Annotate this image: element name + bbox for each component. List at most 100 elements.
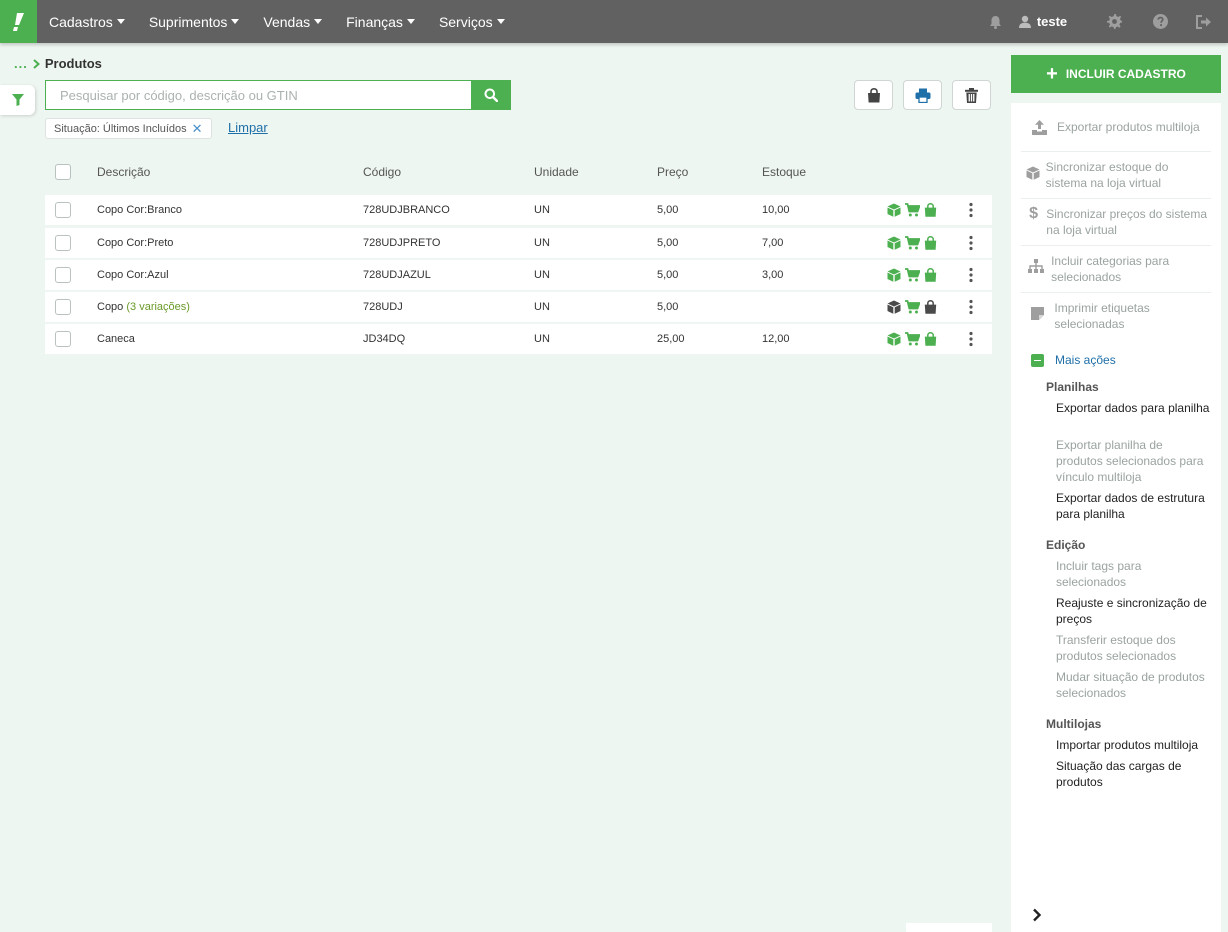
clear-filters-link[interactable]: Limpar [228,120,268,135]
menu-financas[interactable]: Finanças [334,0,427,43]
action-label: Sincronizar estoque do sistema na loja v… [1045,160,1169,190]
more-options-icon[interactable] [969,299,973,315]
more-options-icon[interactable] [969,267,973,283]
action-export-spreadsheet[interactable]: Exportar dados para planilha [1056,400,1211,416]
breadcrumb-ellipsis[interactable]: ... [14,56,28,71]
shopping-bag-icon[interactable] [924,300,937,314]
table-row[interactable]: Copo Cor:Preto 728UDJPRETO UN 5,00 7,00 [45,228,992,258]
action-sync-stock[interactable]: Sincronizar estoque do sistema na loja v… [1021,152,1211,199]
product-stock: 3,00 [762,269,784,281]
product-unit: UN [534,269,550,281]
user-menu[interactable]: teste [1012,0,1074,43]
product-price: 5,00 [657,237,679,249]
menu-vendas[interactable]: Vendas [251,0,334,43]
action-change-status[interactable]: Mudar situação de produtos selecionados [1056,669,1211,701]
box-icon[interactable] [887,300,901,314]
include-record-label: INCLUIR CADASTRO [1065,67,1186,81]
menu-servicos[interactable]: Serviços [427,0,517,43]
action-export-structure[interactable]: Exportar dados de estrutura para planilh… [1056,490,1211,522]
delete-button[interactable] [952,80,991,110]
cart-icon[interactable] [905,300,920,314]
select-all-checkbox[interactable] [55,164,71,180]
cart-icon[interactable] [905,332,920,346]
header-description[interactable]: Descrição [97,165,150,179]
caret-down-icon [496,19,505,24]
action-import-multistore[interactable]: Importar produtos multiloja [1056,737,1211,753]
product-price: 5,00 [657,269,679,281]
more-actions-toggle[interactable]: Mais ações [1031,353,1116,367]
print-button[interactable] [903,80,942,110]
more-options-icon[interactable] [969,202,973,218]
row-checkbox[interactable] [55,267,71,283]
header-stock[interactable]: Estoque [762,165,806,179]
header-price[interactable]: Preço [657,165,688,179]
box-icon[interactable] [887,268,901,282]
sitemap-icon [1028,259,1045,273]
table-row[interactable]: Copo Cor:Branco 728UDJBRANCO UN 5,00 10,… [45,195,992,225]
product-description[interactable]: Copo (3 variações) [97,301,190,313]
caret-down-icon [406,19,415,24]
product-description[interactable]: Copo Cor:Preto [97,237,173,249]
product-name: Copo Cor:Branco [97,204,182,216]
menu-cadastros[interactable]: Cadastros [37,0,137,43]
help-button[interactable] [1140,0,1180,43]
app-logo[interactable] [0,0,37,43]
header-unit[interactable]: Unidade [534,165,579,179]
action-include-tags[interactable]: Incluir tags para selecionados [1056,558,1211,590]
product-unit: UN [534,237,550,249]
action-price-adjust[interactable]: Reajuste e sincronização de preços [1056,595,1211,627]
include-record-button[interactable]: + INCLUIR CADASTRO [1011,55,1221,93]
action-transfer-stock[interactable]: Transferir estoque dos produtos selecion… [1056,632,1211,664]
chevron-right-icon[interactable] [1032,908,1042,922]
shopping-bag-icon[interactable] [924,203,937,217]
more-options-icon[interactable] [969,235,973,251]
row-checkbox[interactable] [55,235,71,251]
row-checkbox[interactable] [55,331,71,347]
box-icon[interactable] [887,236,901,250]
shopping-bag-icon[interactable] [924,236,937,250]
menu-suprimentos[interactable]: Suprimentos [137,0,252,43]
settings-button[interactable] [1088,0,1140,43]
shopping-bag-icon[interactable] [924,332,937,346]
main-menu: Cadastros Suprimentos Vendas Finanças Se… [37,0,517,43]
product-code: 728UDJ [363,301,403,313]
table-row[interactable]: Copo Cor:Azul 728UDJAZUL UN 5,00 3,00 [45,260,992,290]
box-icon[interactable] [887,332,901,346]
shopping-bag-icon[interactable] [924,268,937,282]
action-sync-prices[interactable]: $ Sincronizar preços do sistema na loja … [1021,199,1211,246]
menu-label: Vendas [263,13,311,30]
table-row[interactable]: Caneca JD34DQ UN 25,00 12,00 [45,324,992,354]
cart-icon[interactable] [905,268,920,282]
section-title-edit: Edição [1046,538,1086,552]
action-export-selected-multistore[interactable]: Exportar planilha de produtos selecionad… [1056,437,1211,485]
remove-filter-icon[interactable]: ✕ [192,121,203,137]
shopping-bag-button[interactable] [854,80,893,110]
search-button[interactable] [471,80,511,110]
box-icon[interactable] [887,203,901,217]
collapse-icon [1031,353,1044,367]
action-print-labels[interactable]: Imprimir etiquetas selecionadas [1021,293,1211,340]
row-checkbox[interactable] [55,299,71,315]
cart-icon[interactable] [905,236,920,250]
product-description[interactable]: Copo Cor:Azul [97,269,169,281]
action-include-categories[interactable]: Incluir categorias para selecionados [1021,246,1211,293]
product-description[interactable]: Caneca [97,333,135,345]
help-icon [1152,14,1168,29]
section-title-spreadsheets: Planilhas [1046,380,1099,394]
action-load-status[interactable]: Situação das cargas de produtos [1056,758,1211,790]
chevron-right-icon [33,58,40,69]
action-export-multistore[interactable]: Exportar produtos multiloja [1021,112,1211,152]
gear-icon [1106,14,1122,29]
product-description[interactable]: Copo Cor:Branco [97,204,182,216]
notifications-button[interactable] [978,0,1012,43]
table-row[interactable]: Copo (3 variações) 728UDJ UN 5,00 [45,292,992,322]
more-options-icon[interactable] [969,331,973,347]
caret-down-icon [314,19,323,24]
logout-button[interactable] [1180,0,1228,43]
filter-toggle-button[interactable] [0,85,35,115]
variations-link[interactable]: (3 variações) [126,301,190,313]
row-checkbox[interactable] [55,202,71,218]
search-input[interactable] [45,80,471,110]
cart-icon[interactable] [905,203,920,217]
header-code[interactable]: Código [363,165,401,179]
